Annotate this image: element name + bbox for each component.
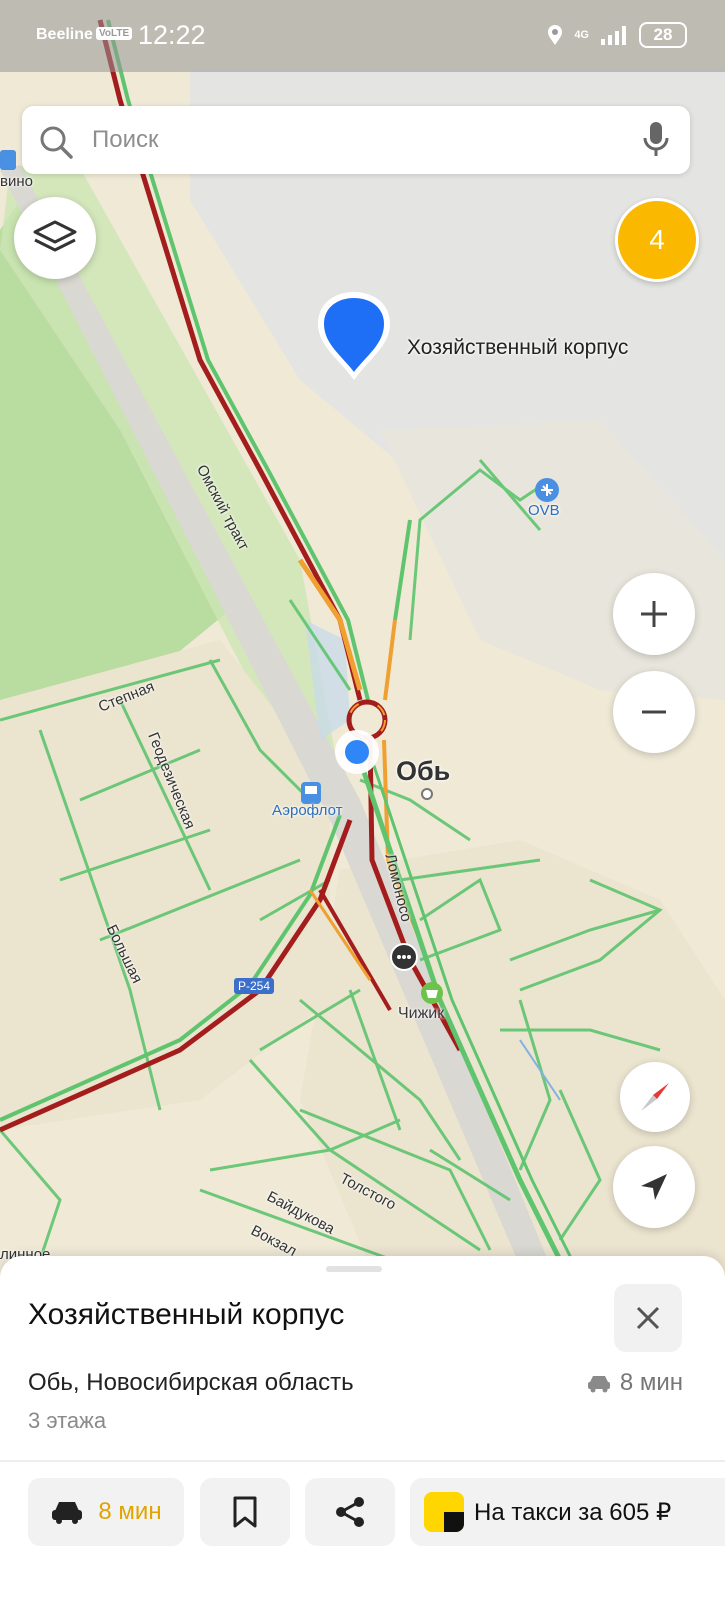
share-button[interactable] (305, 1478, 395, 1546)
battery-level: 28 (653, 25, 673, 44)
place-title: Хозяйственный корпус (28, 1298, 345, 1331)
clock: 12:22 (138, 20, 206, 50)
place-card: Хозяйственный корпус Обь, Новосибирская … (0, 1256, 725, 1600)
city-label: Обь (396, 756, 451, 786)
network-type: 4G (574, 29, 589, 41)
search-bar[interactable]: Поиск (22, 106, 690, 174)
map-view[interactable]: вино Хозяйственный корпус OVB Обь Аэрофл… (0, 0, 725, 1290)
sheet-handle[interactable] (326, 1266, 382, 1272)
close-button[interactable] (614, 1284, 682, 1352)
metro-icon (0, 150, 16, 170)
share-icon (336, 1497, 364, 1527)
layers-button[interactable] (14, 197, 96, 279)
bookmark-icon (233, 1496, 257, 1528)
location-icon (548, 25, 563, 45)
signal-icon (601, 26, 626, 45)
map-label: вино (0, 173, 33, 190)
airport-label: OVB (528, 502, 560, 519)
map-canvas (0, 0, 725, 1290)
user-location-icon (335, 730, 379, 774)
pin-label: Хозяйственный корпус (407, 336, 629, 359)
zoom-out-button[interactable] (613, 671, 695, 753)
route-time: 8 мин (98, 1498, 162, 1525)
search-icon (40, 126, 73, 159)
car-icon (52, 1502, 83, 1524)
navigation-arrow-icon (641, 1174, 667, 1200)
taxi-button[interactable]: На такси за 605 ₽ (410, 1478, 725, 1546)
zoom-in-button[interactable] (613, 573, 695, 655)
close-icon (636, 1306, 660, 1330)
my-location-button[interactable] (613, 1146, 695, 1228)
airport-icon (535, 478, 559, 502)
route-button[interactable]: 8 мин (28, 1478, 184, 1546)
car-icon (587, 1376, 610, 1393)
drive-time: 8 мин (586, 1369, 683, 1397)
battery-icon: 28 (639, 22, 687, 48)
taxi-price: На такси за 605 ₽ (474, 1498, 672, 1526)
chat-bubble-icon (390, 943, 418, 971)
minus-icon (642, 710, 666, 714)
compass-button[interactable] (620, 1062, 690, 1132)
shop-icon (421, 982, 443, 1004)
layers-icon (33, 220, 77, 252)
shop-label: Чижик (398, 1005, 445, 1022)
carrier-name: Beeline (36, 26, 93, 43)
compass-icon (641, 1083, 669, 1111)
notifications-badge[interactable]: 4 (615, 198, 699, 282)
station-icon (301, 782, 321, 804)
road-badge: Р-254 (234, 978, 275, 994)
bookmark-button[interactable] (200, 1478, 290, 1546)
place-floors: 3 этажа (28, 1408, 107, 1433)
volte-badge: VoLTE (96, 27, 133, 40)
drive-time-value: 8 мин (619, 1369, 683, 1396)
place-address: Обь, Новосибирская область (28, 1369, 354, 1396)
microphone-icon[interactable] (640, 120, 672, 160)
station-label: Аэрофлот (272, 802, 343, 819)
divider (0, 1460, 725, 1462)
search-input[interactable]: Поиск (92, 126, 159, 154)
taxi-logo-icon (424, 1492, 464, 1532)
plus-icon (641, 601, 667, 627)
status-bar: Beeline VoLTE 12:22 4G 28 (0, 0, 725, 72)
